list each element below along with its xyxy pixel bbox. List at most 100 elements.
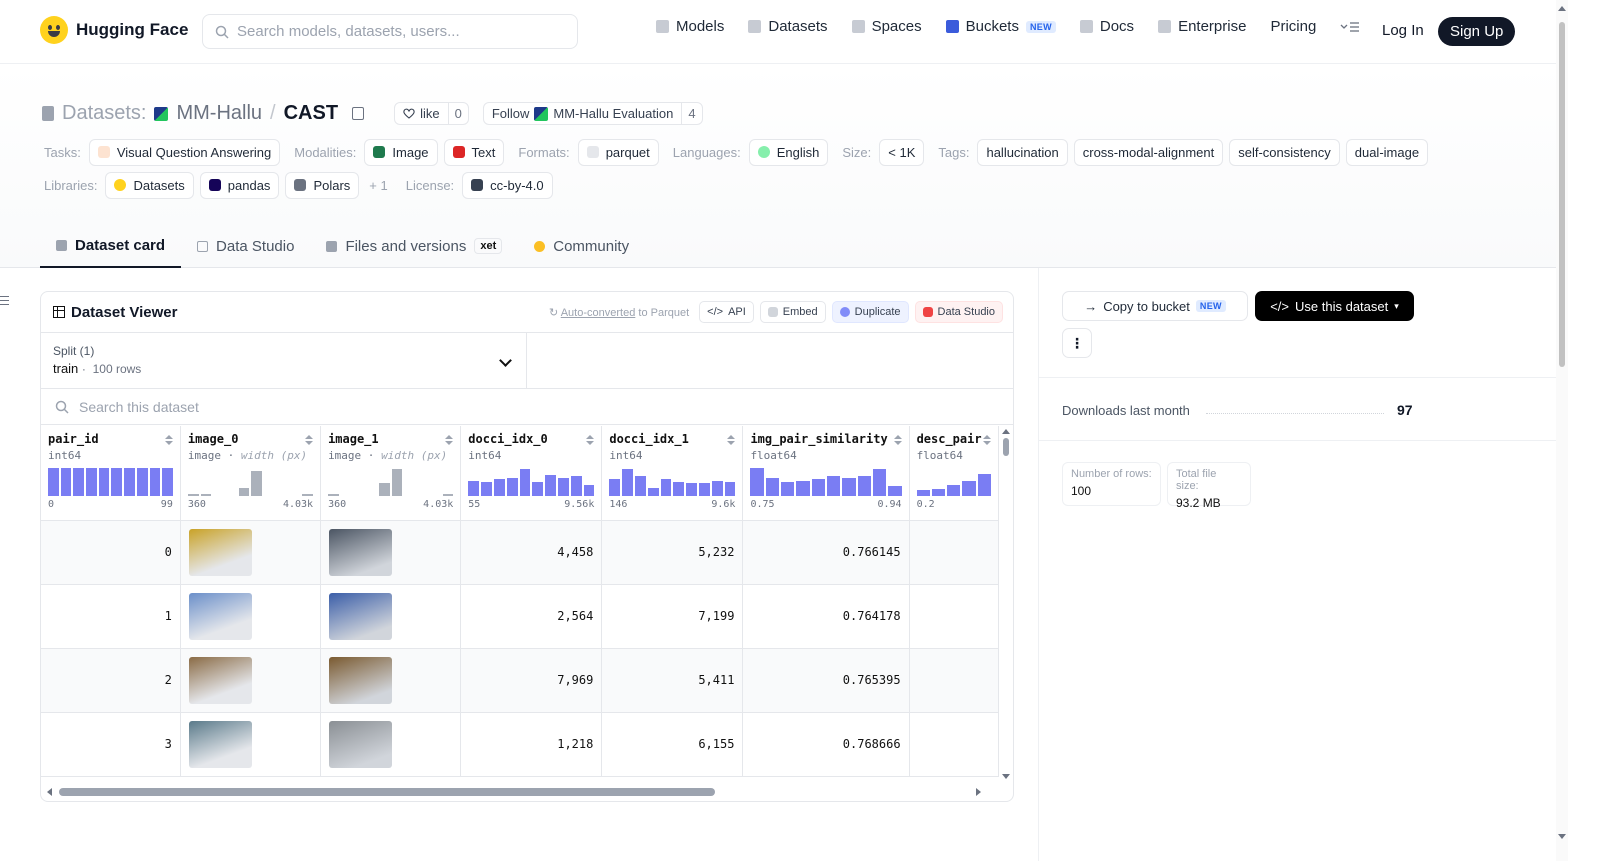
histogram-bar[interactable] — [916, 490, 930, 496]
histogram-bar[interactable] — [48, 468, 59, 496]
sort-icon[interactable] — [894, 435, 901, 445]
image-thumbnail[interactable] — [188, 720, 252, 768]
table-horizontal-scrollbar[interactable] — [45, 787, 997, 797]
nav-enterprise[interactable]: Enterprise — [1158, 18, 1246, 35]
histogram-bar[interactable] — [86, 468, 97, 496]
dataset-name[interactable]: CAST — [284, 102, 338, 125]
histogram-bar[interactable] — [686, 483, 698, 496]
tag-task[interactable]: Visual Question Answering — [88, 138, 281, 166]
histogram-bar[interactable] — [931, 489, 946, 496]
histogram-bar[interactable] — [622, 469, 633, 496]
cell-image-1[interactable] — [320, 648, 462, 713]
tag-format[interactable]: parquet — [577, 138, 659, 166]
cell-image-0[interactable] — [180, 712, 322, 777]
tag-modality-image[interactable]: Image — [364, 138, 438, 166]
cell-image-1[interactable] — [320, 520, 462, 585]
sort-icon[interactable] — [445, 435, 452, 445]
nav-spaces[interactable]: Spaces — [851, 18, 922, 35]
search-input[interactable] — [237, 23, 577, 40]
histogram-bar[interactable] — [73, 468, 85, 496]
tag-library-datasets[interactable]: Datasets — [105, 171, 194, 199]
org-link[interactable]: MM-Hallu — [176, 102, 262, 125]
more-options-button[interactable]: ⋮ — [1062, 328, 1092, 358]
tag-license[interactable]: cc-by-4.0 — [462, 171, 553, 199]
tab-dataset-card[interactable]: Dataset card — [40, 224, 182, 268]
image-thumbnail[interactable] — [329, 528, 393, 576]
tag-hallucination[interactable]: hallucination — [977, 138, 1068, 166]
brand-logo[interactable]: Hugging Face — [40, 16, 188, 44]
histogram-bar[interactable] — [872, 469, 887, 496]
histogram-bar[interactable] — [888, 486, 902, 496]
column-header[interactable]: image_0 image · width (px) 360 4.03k — [180, 426, 322, 521]
table-vertical-scrollbar[interactable] — [1001, 429, 1011, 779]
histogram-bar[interactable] — [583, 484, 595, 496]
histogram-bar[interactable] — [711, 480, 723, 496]
dataset-search[interactable] — [41, 389, 1013, 425]
histogram-bar[interactable] — [750, 468, 764, 496]
signup-button[interactable]: Sign Up — [1438, 17, 1516, 46]
tag-language[interactable]: English — [748, 138, 829, 166]
libraries-more[interactable]: + 1 — [369, 178, 387, 193]
nav-pricing[interactable]: Pricing — [1270, 18, 1316, 35]
sort-icon[interactable] — [586, 435, 593, 445]
histogram-bar[interactable] — [609, 479, 621, 496]
histogram-bar[interactable] — [136, 468, 148, 496]
histogram-bar[interactable] — [634, 476, 646, 496]
image-thumbnail[interactable] — [329, 656, 393, 704]
histogram-bar[interactable] — [811, 479, 825, 496]
tag-modality-text[interactable]: Text — [443, 138, 505, 166]
tag-self-consistency[interactable]: self-consistency — [1229, 138, 1340, 166]
tab-files-and-versions[interactable]: Files and versions xet — [310, 224, 518, 268]
sort-icon[interactable] — [165, 435, 172, 445]
column-header[interactable]: pair_id int64 0 99 — [41, 426, 181, 521]
histogram-bar[interactable] — [827, 476, 841, 496]
tab-data-studio[interactable]: Data Studio — [181, 224, 310, 268]
nav-datasets[interactable]: Datasets — [748, 18, 828, 35]
duplicate-button[interactable]: Duplicate — [831, 301, 909, 323]
table-row[interactable]: 3 1,218 6,155 0.768666 — [41, 712, 999, 777]
histogram-bar[interactable] — [468, 480, 480, 496]
histogram-bar[interactable] — [506, 477, 518, 496]
histogram-bar[interactable] — [328, 494, 339, 496]
histogram-bar[interactable] — [111, 468, 123, 496]
histogram-bar[interactable] — [519, 469, 531, 496]
sort-icon[interactable] — [305, 435, 312, 445]
histogram-bar[interactable] — [724, 482, 736, 496]
tag-cross-modal-alignment[interactable]: cross-modal-alignment — [1073, 138, 1224, 166]
histogram-bar[interactable] — [796, 480, 810, 496]
copy-icon[interactable] — [352, 107, 365, 120]
nav-models[interactable]: Models — [656, 18, 724, 35]
like-button[interactable]: like 0 — [394, 102, 469, 125]
tag-library-polars[interactable]: Polars — [285, 171, 360, 199]
histogram-bar[interactable] — [162, 468, 173, 496]
cell-image-0[interactable] — [180, 648, 322, 713]
histogram-bar[interactable] — [842, 477, 856, 496]
embed-button[interactable]: Embed — [759, 301, 826, 323]
histogram-bar[interactable] — [98, 468, 110, 496]
histogram-bar[interactable] — [781, 482, 795, 496]
image-thumbnail[interactable] — [329, 592, 393, 640]
image-thumbnail[interactable] — [188, 528, 252, 576]
histogram-bar[interactable] — [570, 476, 582, 496]
nav-docs[interactable]: Docs — [1079, 18, 1134, 35]
copy-to-bucket-button[interactable]: → Copy to bucket NEW — [1062, 291, 1248, 321]
follow-button[interactable]: Follow MM-Hallu Evaluation 4 — [482, 102, 703, 125]
histogram-bar[interactable] — [251, 470, 263, 496]
use-this-dataset-button[interactable]: </> Use this dataset ▾ — [1255, 291, 1414, 321]
table-row[interactable]: 2 7,969 5,411 0.765395 — [41, 648, 999, 713]
histogram-bar[interactable] — [532, 482, 544, 496]
histogram-bar[interactable] — [977, 473, 991, 496]
cell-image-1[interactable] — [320, 584, 462, 649]
tag-size[interactable]: < 1K — [879, 138, 925, 166]
nav-buckets[interactable]: Buckets NEW — [945, 18, 1056, 35]
column-header[interactable]: docci_idx_1 int64 146 9.6k — [601, 426, 744, 521]
histogram-bar[interactable] — [391, 469, 403, 496]
histogram-bar[interactable] — [60, 468, 72, 496]
histogram-bar[interactable] — [699, 483, 710, 496]
cell-image-0[interactable] — [180, 520, 322, 585]
nav-more-menu[interactable] — [1340, 21, 1360, 33]
histogram-bar[interactable] — [302, 494, 314, 496]
column-header[interactable]: docci_idx_0 int64 55 9.56k — [460, 426, 603, 521]
dataset-search-input[interactable] — [79, 398, 1013, 415]
histogram-bar[interactable] — [481, 482, 492, 496]
